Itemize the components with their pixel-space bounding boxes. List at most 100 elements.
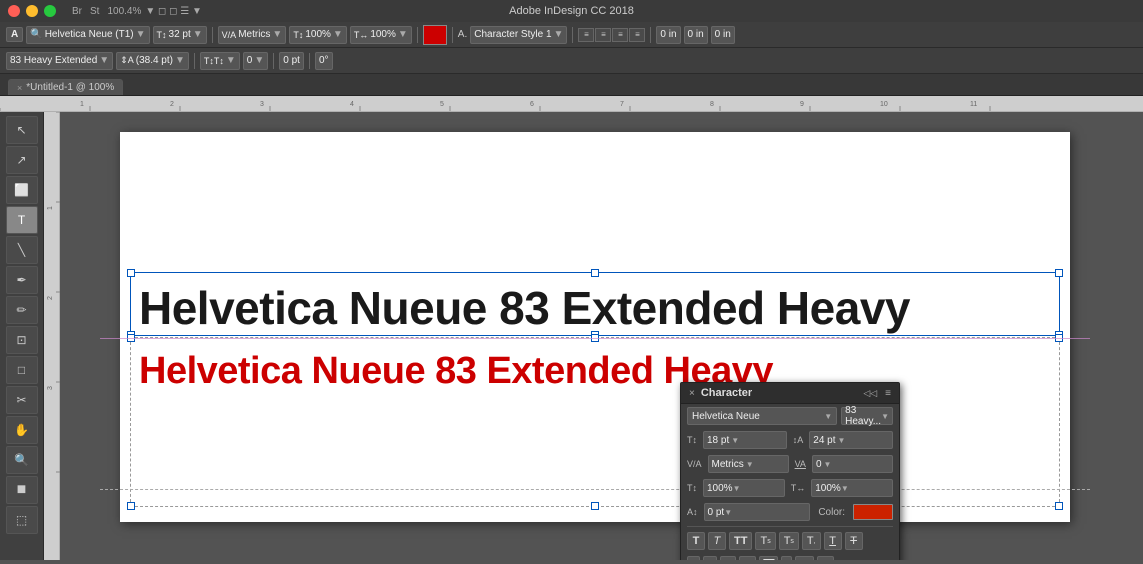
baseline-panel-field[interactable]: 0 pt ▼ — [704, 503, 811, 521]
handle-tr[interactable] — [1055, 269, 1063, 277]
kerning-arrow[interactable]: ▼ — [226, 55, 236, 66]
font-style-field[interactable]: 83 Heavy... ▼ — [841, 407, 893, 425]
font-name-panel-field[interactable]: Helvetica Neue ▼ — [687, 407, 837, 425]
scissors-tool[interactable]: ✂ — [6, 386, 38, 414]
glyph-italic-i[interactable]: I — [781, 556, 792, 560]
font-name-field[interactable]: 🔍 Helvetica Neue (T1) ▼ — [26, 26, 149, 44]
glyph-slash-o[interactable]: ø — [703, 556, 717, 560]
fill-stroke[interactable]: ■ — [6, 476, 38, 504]
font-size-panel-field[interactable]: 18 pt ▼ — [703, 431, 787, 449]
v-scale-icon: T↔ — [354, 30, 369, 40]
handle-tl[interactable] — [127, 269, 135, 277]
baseline-arrow-panel[interactable]: ▼ — [724, 508, 732, 517]
leading-field[interactable]: ⇕A (38.4 pt) ▼ — [116, 52, 189, 70]
kerning-val-arrow[interactable]: ▼ — [254, 55, 264, 66]
glyph-script-a[interactable]: 𝒜 — [739, 556, 756, 560]
font-size-arrow[interactable]: ▼ — [193, 29, 203, 40]
handle-br-2[interactable] — [1055, 502, 1063, 510]
maximize-button[interactable] — [44, 5, 56, 17]
kerning-value-field[interactable]: 0 ▼ — [243, 52, 268, 70]
font-name-arrow[interactable]: ▼ — [824, 412, 832, 421]
align-justify-btn[interactable]: ≡ — [629, 28, 645, 42]
skew-field[interactable]: 0° — [315, 52, 333, 70]
glyph-fraction[interactable]: ½ — [817, 556, 833, 560]
line-tool[interactable]: ╲ — [6, 236, 38, 264]
rect-tool[interactable]: □ — [6, 356, 38, 384]
char-style-arrow[interactable]: ▼ — [554, 29, 564, 40]
type-btn-super[interactable]: Ts — [779, 532, 799, 550]
leading-arrow[interactable]: ▼ — [175, 55, 185, 66]
kerning-field[interactable]: T↕T↕ ▼ — [200, 52, 240, 70]
type-btn-strikethrough[interactable]: T — [845, 532, 863, 550]
type-style-buttons: T T TT Ts Ts T, T T — [681, 529, 899, 553]
direct-select-tool[interactable]: ↗ — [6, 146, 38, 174]
glyph-ordinal[interactable]: 1st — [795, 556, 814, 560]
hand-tool[interactable]: ✋ — [6, 416, 38, 444]
type-btn-allcaps[interactable]: TT — [729, 532, 752, 550]
inset-left-field[interactable]: 0 in — [656, 26, 680, 44]
minimize-button[interactable] — [26, 5, 38, 17]
font-style-arrow[interactable]: ▼ — [881, 412, 889, 421]
glyph-st[interactable]: st — [720, 556, 736, 560]
vert-scale-field[interactable]: 100% ▼ — [703, 479, 785, 497]
type-btn-italic[interactable]: T — [708, 532, 726, 550]
tab-close-icon[interactable]: × — [17, 83, 22, 93]
mode-toggle[interactable]: ⬚ — [6, 506, 38, 534]
handle-bm-2[interactable] — [591, 502, 599, 510]
pen-tool[interactable]: ✒ — [6, 266, 38, 294]
svg-text:2: 2 — [47, 296, 54, 300]
leading-arrow-panel[interactable]: ▼ — [838, 436, 846, 445]
baseline-shift-field[interactable]: 0 pt — [279, 52, 304, 70]
horiz-scale-field[interactable]: 100% ▼ — [811, 479, 893, 497]
color-swatch-toolbar[interactable] — [423, 25, 447, 45]
glyph-fi[interactable]: fi — [687, 556, 700, 560]
type-tool[interactable]: T — [6, 206, 38, 234]
align-left-btn[interactable]: ≡ — [578, 28, 594, 42]
type-btn-smallcaps[interactable]: Ts — [755, 532, 775, 550]
v-scale-arrow[interactable]: ▼ — [398, 29, 408, 40]
character-style-field[interactable]: Character Style 1 ▼ — [470, 26, 567, 44]
rect-frame-tool[interactable]: ⊡ — [6, 326, 38, 354]
panel-menu-icon[interactable]: ≡ — [885, 388, 891, 399]
panel-collapse-icon[interactable]: × — [689, 388, 695, 399]
tracking-arrow[interactable]: ▼ — [272, 29, 282, 40]
font-variant-field[interactable]: 83 Heavy Extended ▼ — [6, 52, 113, 70]
horiz-scale-arrow[interactable]: ▼ — [841, 484, 849, 493]
type-btn-regular[interactable]: T — [687, 532, 705, 550]
search-icon: 🔍 — [30, 29, 42, 40]
panel-expand-icon[interactable]: ◁◁ — [863, 388, 877, 399]
type-btn-sub[interactable]: T, — [802, 532, 821, 550]
glyph-ad[interactable]: ad — [759, 556, 778, 560]
handle-tm[interactable] — [591, 269, 599, 277]
font-dropdown-arrow[interactable]: ▼ — [136, 29, 146, 40]
tracking-kerning-row: V/A Metrics ▼ VA 0 ▼ — [681, 452, 899, 476]
handle-bl-2[interactable] — [127, 502, 135, 510]
h-scale-arrow[interactable]: ▼ — [333, 29, 343, 40]
leading-panel-field[interactable]: 24 pt ▼ — [809, 431, 893, 449]
align-right-btn[interactable]: ≡ — [612, 28, 628, 42]
font-size-field[interactable]: T↕ 32 pt ▼ — [153, 26, 207, 44]
document-tab[interactable]: × *Untitled-1 @ 100% — [8, 79, 123, 95]
kerning-arrow-panel[interactable]: ▼ — [824, 460, 832, 469]
inset-right-field[interactable]: 0 in — [684, 26, 708, 44]
color-swatch-panel[interactable] — [853, 504, 893, 520]
vert-scale-arrow[interactable]: ▼ — [733, 484, 741, 493]
tracking-field[interactable]: V/A Metrics ▼ — [218, 26, 287, 44]
tracking-panel-field[interactable]: Metrics ▼ — [708, 455, 789, 473]
zoom-tool[interactable]: 🔍 — [6, 446, 38, 474]
select-tool[interactable]: ↖ — [6, 116, 38, 144]
kerning-panel-field[interactable]: 0 ▼ — [812, 455, 893, 473]
pencil-tool[interactable]: ✏ — [6, 296, 38, 324]
text-frame-1[interactable]: Helvetica Nueue 83 Extended Heavy — [130, 272, 1060, 336]
inset-top-field[interactable]: 0 in — [711, 26, 735, 44]
v-scale-field[interactable]: T↔ 100% ▼ — [350, 26, 412, 44]
text-frame-2[interactable]: Helvetica Nueue 83 Extended Heavy — [130, 337, 1060, 507]
page-tool[interactable]: ⬜ — [6, 176, 38, 204]
font-variant-arrow[interactable]: ▼ — [99, 55, 109, 66]
align-center-btn[interactable]: ≡ — [595, 28, 611, 42]
tracking-arrow-panel[interactable]: ▼ — [746, 460, 754, 469]
type-btn-underline[interactable]: T — [824, 532, 842, 550]
h-scale-field[interactable]: T↕ 100% ▼ — [289, 26, 346, 44]
font-size-arrow-panel[interactable]: ▼ — [731, 436, 739, 445]
close-button[interactable] — [8, 5, 20, 17]
